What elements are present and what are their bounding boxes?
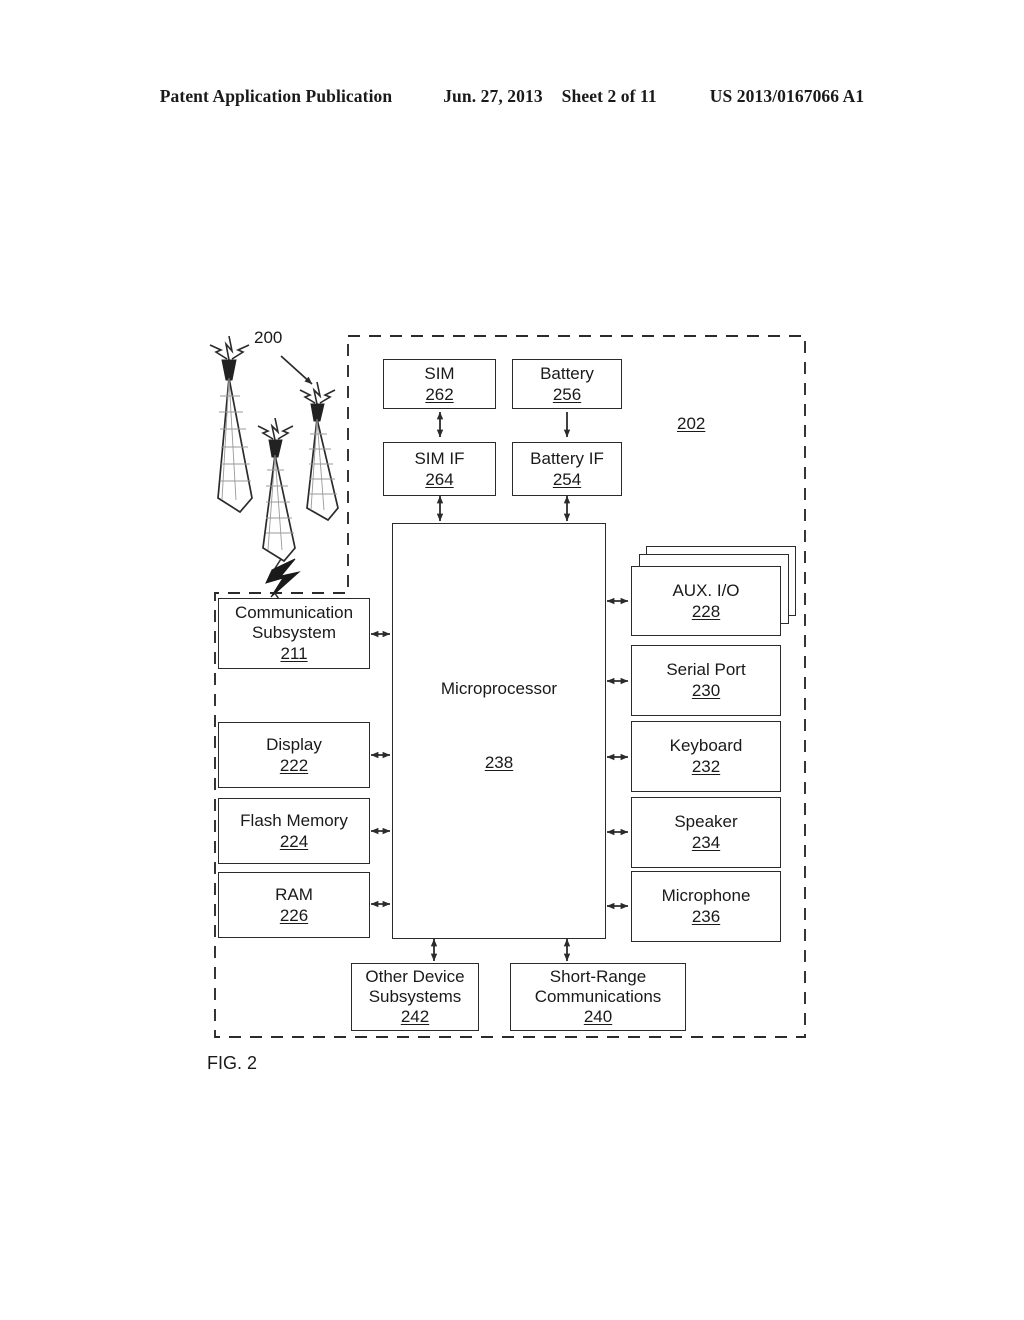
node-flash-memory-ref: 224 — [279, 831, 309, 851]
network-ref-leader-200 — [280, 355, 313, 385]
node-battery-if-label: Battery IF — [530, 448, 604, 468]
network-ref-label-200: 200 — [254, 328, 283, 347]
node-aux-io-ref: 228 — [691, 601, 721, 621]
node-sim[interactable]: SIM 262 — [383, 359, 496, 409]
node-speaker-label: Speaker — [674, 812, 738, 832]
node-short-range-communications-ref: 240 — [583, 1007, 613, 1027]
cell-tower-icon-3 — [257, 417, 296, 563]
node-flash-memory-label: Flash Memory — [240, 810, 348, 830]
node-display-label: Display — [266, 734, 322, 754]
node-communication-subsystem[interactable]: Communication Subsystem 211 — [218, 598, 370, 669]
cell-tower-icon-1 — [209, 335, 253, 514]
node-microphone[interactable]: Microphone 236 — [631, 871, 781, 942]
node-other-device-subsystems[interactable]: Other Device Subsystems 242 — [351, 963, 479, 1031]
node-communication-subsystem-ref: 211 — [280, 643, 308, 663]
node-keyboard-ref: 232 — [691, 757, 721, 776]
node-short-range-communications[interactable]: Short-Range Communications 240 — [510, 963, 686, 1031]
node-serial-port-label: Serial Port — [666, 660, 746, 680]
node-flash-memory[interactable]: Flash Memory 224 — [218, 798, 370, 864]
node-microprocessor[interactable]: Microprocessor 238 — [392, 523, 606, 939]
node-ram[interactable]: RAM 226 — [218, 872, 370, 938]
node-speaker-ref: 234 — [691, 833, 721, 852]
node-ram-label: RAM — [275, 884, 313, 904]
node-microphone-ref: 236 — [691, 907, 721, 926]
node-aux-io[interactable]: AUX. I/O 228 — [631, 566, 781, 636]
node-other-device-subsystems-ref: 242 — [400, 1007, 430, 1027]
node-sim-if-label: SIM IF — [414, 448, 465, 468]
node-battery[interactable]: Battery 256 — [512, 359, 622, 409]
node-communication-subsystem-label: Communication Subsystem — [234, 603, 354, 643]
node-aux-io-label: AUX. I/O — [672, 580, 740, 600]
node-microphone-label: Microphone — [661, 886, 751, 906]
device-ref-label-202: 202 — [677, 414, 706, 433]
node-ram-ref: 226 — [279, 905, 309, 925]
figure-2-diagram: 200 202 SIM 262 Battery 256 SIM IF 264 B… — [0, 0, 1024, 1320]
node-sim-if-ref: 264 — [425, 469, 454, 489]
node-sim-if[interactable]: SIM IF 264 — [383, 442, 496, 496]
node-other-device-subsystems-label: Other Device Subsystems — [365, 966, 465, 1006]
node-short-range-communications-label: Short-Range Communications — [534, 966, 662, 1006]
node-battery-label: Battery — [540, 363, 594, 383]
cell-tower-group — [209, 335, 339, 613]
node-microprocessor-ref: 238 — [484, 752, 514, 772]
node-serial-port-ref: 230 — [691, 681, 721, 700]
node-display-ref: 222 — [279, 755, 309, 775]
node-display[interactable]: Display 222 — [218, 722, 370, 788]
node-keyboard[interactable]: Keyboard 232 — [631, 721, 781, 792]
node-speaker[interactable]: Speaker 234 — [631, 797, 781, 868]
node-battery-ref: 256 — [552, 384, 582, 404]
node-sim-ref: 262 — [425, 384, 454, 404]
node-battery-if[interactable]: Battery IF 254 — [512, 442, 622, 496]
node-battery-if-ref: 254 — [552, 469, 582, 489]
node-serial-port[interactable]: Serial Port 230 — [631, 645, 781, 716]
figure-caption: FIG. 2 — [207, 1053, 258, 1073]
node-keyboard-label: Keyboard — [669, 736, 743, 756]
node-microprocessor-label: Microprocessor — [440, 679, 558, 698]
cell-tower-icon-2 — [299, 381, 339, 522]
node-sim-label: SIM — [424, 363, 455, 383]
